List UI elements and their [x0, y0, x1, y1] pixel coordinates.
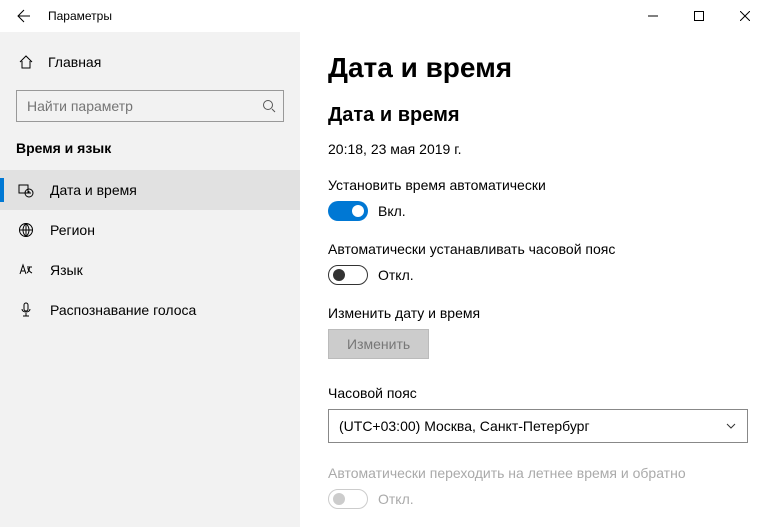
search-icon [262, 99, 276, 113]
change-datetime-label: Изменить дату и время [328, 305, 740, 321]
titlebar: Параметры [0, 0, 768, 32]
auto-time-state: Вкл. [378, 203, 406, 219]
close-icon [740, 11, 750, 21]
sidebar-item-language[interactable]: Язык [0, 250, 300, 290]
auto-tz-state: Откл. [378, 267, 414, 283]
minimize-button[interactable] [630, 0, 676, 32]
sidebar-item-label: Регион [50, 222, 95, 238]
dst-toggle [328, 489, 368, 509]
category-heading: Время и язык [0, 140, 300, 170]
maximize-button[interactable] [676, 0, 722, 32]
dst-state: Откл. [378, 491, 414, 507]
auto-time-toggle[interactable] [328, 201, 368, 221]
microphone-icon [18, 302, 34, 318]
current-datetime: 20:18, 23 мая 2019 г. [328, 141, 740, 157]
timezone-dropdown[interactable]: (UTC+03:00) Москва, Санкт-Петербург [328, 409, 748, 443]
content-area: Дата и время Дата и время 20:18, 23 мая … [300, 32, 768, 527]
sidebar-item-speech[interactable]: Распознавание голоса [0, 290, 300, 330]
section-title: Дата и время [328, 104, 740, 127]
home-label: Главная [48, 54, 101, 70]
sidebar-item-label: Распознавание голоса [50, 302, 196, 318]
close-button[interactable] [722, 0, 768, 32]
sidebar-item-region[interactable]: Регион [0, 210, 300, 250]
sidebar-item-label: Язык [50, 262, 83, 278]
sidebar: Главная Время и язык Дата и время [0, 32, 300, 527]
maximize-icon [694, 11, 704, 21]
minimize-icon [648, 11, 658, 21]
globe-icon [18, 222, 34, 238]
arrow-left-icon [16, 8, 32, 24]
language-icon [18, 262, 34, 278]
window-title: Параметры [48, 9, 112, 23]
page-title: Дата и время [328, 52, 740, 84]
chevron-down-icon [725, 420, 737, 432]
home-icon [18, 54, 34, 70]
sidebar-item-date-time[interactable]: Дата и время [0, 170, 300, 210]
auto-tz-label: Автоматически устанавливать часовой пояс [328, 241, 740, 257]
auto-time-label: Установить время автоматически [328, 177, 740, 193]
timezone-value: (UTC+03:00) Москва, Санкт-Петербург [339, 418, 590, 434]
home-link[interactable]: Главная [0, 48, 300, 76]
back-button[interactable] [0, 8, 48, 24]
sidebar-item-label: Дата и время [50, 182, 137, 198]
dst-label: Автоматически переходить на летнее время… [328, 465, 740, 481]
auto-tz-toggle[interactable] [328, 265, 368, 285]
timezone-label: Часовой пояс [328, 385, 740, 401]
clock-calendar-icon [18, 182, 34, 198]
change-button: Изменить [328, 329, 429, 359]
search-input[interactable] [16, 90, 284, 122]
